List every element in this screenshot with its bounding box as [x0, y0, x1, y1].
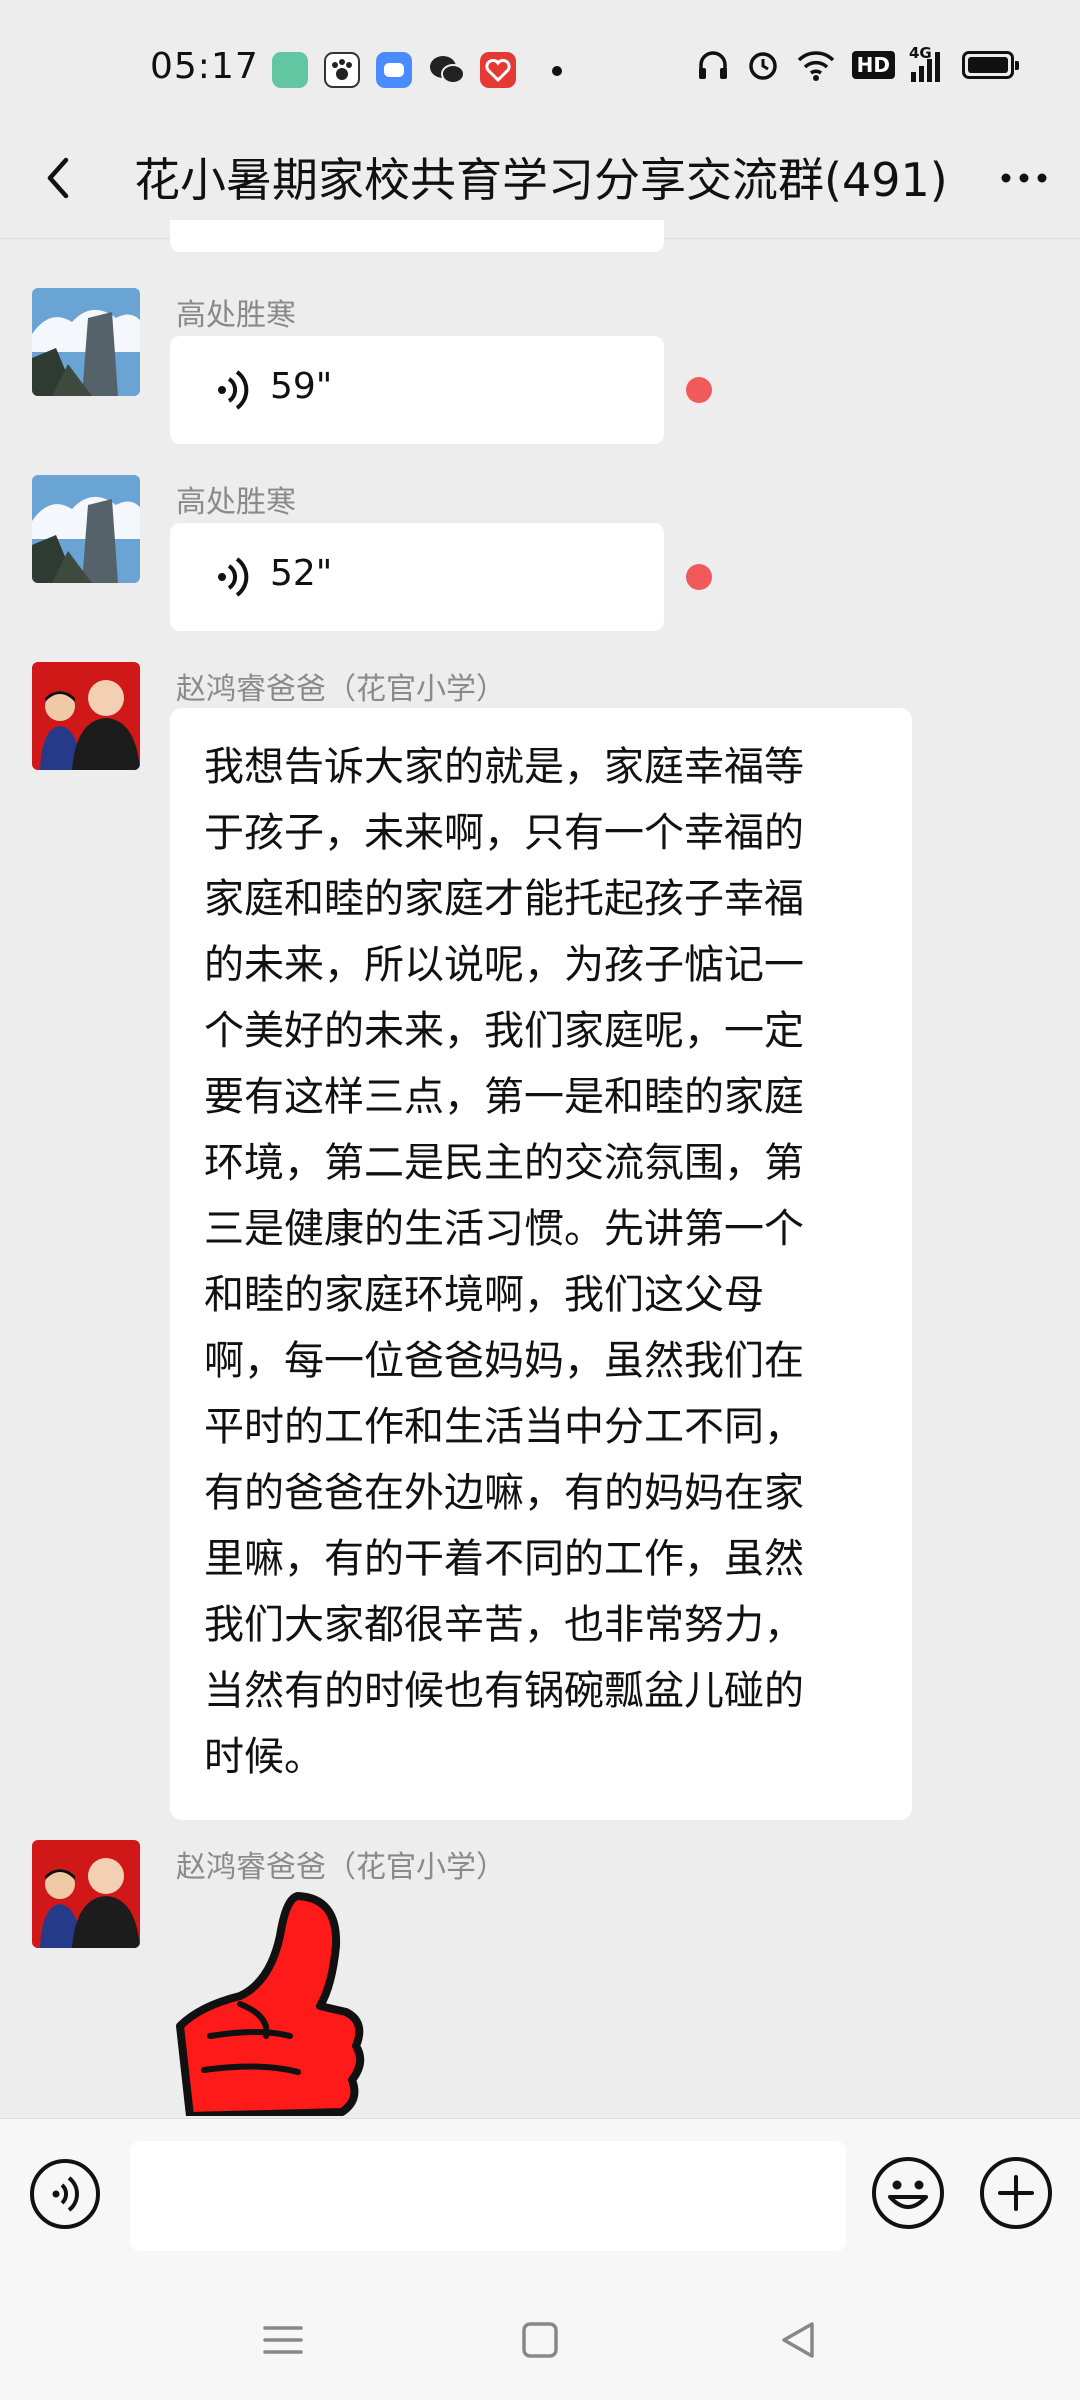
plus-icon — [980, 2157, 1052, 2229]
message-line: 环境，第二是民主的交流氛围，第 — [204, 1140, 804, 1186]
message-line: 要有这样三点，第一是和睦的家庭 — [204, 1074, 804, 1120]
wechat-icon — [428, 52, 465, 88]
sender-name: 高处胜寒 — [176, 298, 296, 333]
voice-input-icon — [30, 2159, 100, 2229]
status-indicators: HD 4G — [696, 44, 1019, 82]
message-line: 我想告诉大家的就是，家庭幸福等 — [204, 744, 804, 790]
voice-wave-icon — [218, 557, 249, 597]
message-line: 当然有的时候也有锅碗瓢盆儿碰的 — [204, 1668, 804, 1714]
message-line: 于孩子，未来啊，只有一个幸福的 — [204, 810, 804, 856]
network-type-label: 4G — [909, 44, 932, 62]
avatar[interactable] — [32, 1840, 140, 1948]
headphones-icon — [698, 51, 727, 79]
emoji-icon — [872, 2157, 944, 2229]
back-button[interactable] — [30, 148, 90, 208]
notification-dot-icon — [552, 66, 562, 76]
message-line: 平时的工作和生活当中分工不同， — [204, 1404, 804, 1450]
message-input[interactable] — [130, 2141, 846, 2251]
voice-duration: 52" — [270, 553, 333, 594]
voice-message-bubble[interactable]: 52" — [170, 523, 664, 631]
message-line: 家庭和睦的家庭才能托起孩子幸福 — [204, 876, 804, 922]
avatar[interactable] — [32, 288, 140, 396]
message-line: 的未来，所以说呢，为孩子惦记一 — [204, 942, 804, 988]
input-bar — [0, 2118, 1080, 2281]
unread-dot-icon — [686, 377, 712, 403]
signal-4g-icon: 4G — [909, 44, 940, 82]
text-message-bubble[interactable]: 我想告诉大家的就是，家庭幸福等 于孩子，未来啊，只有一个幸福的 家庭和睦的家庭才… — [170, 708, 912, 1820]
sender-name: 赵鸿睿爸爸（花官小学） — [176, 672, 506, 707]
system-navigation-bar — [0, 2280, 1080, 2400]
previous-message-bubble[interactable] — [170, 220, 664, 252]
voice-wave-icon — [218, 370, 249, 410]
mint-app-icon — [272, 52, 308, 88]
voice-input-button[interactable] — [28, 2157, 102, 2231]
message-line: 啊，每一位爸爸妈妈，虽然我们在 — [204, 1338, 804, 1384]
square-icon — [522, 2322, 558, 2358]
status-time: 05:17 — [150, 46, 259, 87]
chevron-left-icon — [47, 157, 69, 199]
paw-app-icon — [324, 52, 360, 88]
message-line: 里嘛，有的干着不同的工作，虽然 — [204, 1536, 804, 1582]
blue-app-icon — [376, 52, 412, 88]
unread-dot-icon — [686, 564, 712, 590]
hd-icon: HD — [851, 51, 895, 79]
battery-icon — [962, 51, 1019, 79]
more-options-button[interactable] — [994, 148, 1054, 208]
menu-lines-icon — [263, 2326, 303, 2354]
recent-apps-button[interactable] — [255, 2312, 311, 2368]
avatar[interactable] — [32, 662, 140, 770]
more-icon — [1001, 173, 1047, 183]
thumbs-up-sticker[interactable] — [170, 1886, 370, 2120]
emoji-button[interactable] — [870, 2155, 946, 2231]
message-line: 时候。 — [204, 1734, 324, 1780]
sender-name: 赵鸿睿爸爸（花官小学） — [176, 1850, 506, 1885]
voice-message-bubble[interactable]: 59" — [170, 336, 664, 444]
back-nav-button[interactable] — [770, 2312, 826, 2368]
avatar[interactable] — [32, 475, 140, 583]
wifi-icon — [797, 51, 834, 81]
message-line: 有的爸爸在外边嘛，有的妈妈在家 — [204, 1470, 804, 1516]
message-line: 和睦的家庭环境啊，我们这父母 — [204, 1272, 764, 1318]
alarm-icon — [748, 52, 777, 80]
message-line: 三是健康的生活习惯。先讲第一个 — [204, 1206, 804, 1252]
red-app-icon — [480, 52, 516, 88]
home-button[interactable] — [512, 2312, 568, 2368]
more-actions-button[interactable] — [978, 2155, 1054, 2231]
status-bar: 05:17 HD 4G — [0, 0, 1080, 120]
message-line: 我们大家都很辛苦，也非常努力， — [204, 1602, 804, 1648]
triangle-back-icon — [782, 2322, 814, 2358]
message-line: 个美好的未来，我们家庭呢，一定 — [204, 1008, 804, 1054]
chat-title: 花小暑期家校共育学习分享交流群(491) — [134, 153, 948, 207]
voice-duration: 59" — [270, 366, 333, 407]
sender-name: 高处胜寒 — [176, 485, 296, 520]
